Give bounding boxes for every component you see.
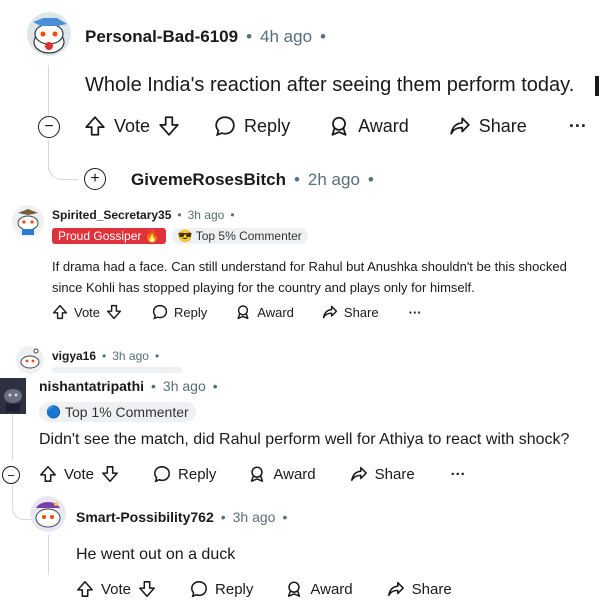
reply-bubble-icon	[214, 115, 236, 137]
share-icon	[350, 465, 368, 483]
upvote-icon[interactable]	[76, 580, 94, 598]
comment-body: Didn't see the match, did Rahul perform …	[39, 431, 570, 448]
timestamp: 3h ago	[187, 208, 225, 222]
collapse-icon: −	[44, 118, 54, 135]
downvote-icon[interactable]	[158, 115, 180, 137]
timestamp: 3h ago	[162, 378, 206, 394]
award-icon	[235, 304, 251, 320]
thread-line	[48, 65, 49, 115]
share-button[interactable]: Share	[387, 580, 452, 598]
comment-body: He went out on a duck	[76, 546, 236, 563]
award-button[interactable]: Award	[328, 115, 409, 137]
thread-connector	[48, 150, 78, 180]
avatar[interactable]	[30, 496, 66, 532]
reply-button[interactable]: Reply	[214, 115, 290, 137]
reply-button[interactable]: Reply	[152, 304, 207, 320]
award-icon	[285, 580, 303, 598]
avatar[interactable]	[27, 12, 71, 56]
username[interactable]: Spirited_Secretary35	[52, 208, 171, 222]
share-icon	[387, 580, 405, 598]
collapse-button[interactable]: −	[2, 466, 20, 484]
username[interactable]: nishantatripathi	[39, 378, 144, 394]
vote-group: Vote	[39, 465, 119, 483]
collapse-button[interactable]: −	[38, 116, 60, 138]
award-button[interactable]: Award	[235, 304, 294, 320]
more-options-button[interactable]: ···	[409, 305, 422, 320]
top-commenter-badge: 🔵 Top 1% Commenter	[39, 402, 196, 422]
share-icon	[449, 115, 471, 137]
award-icon	[248, 465, 266, 483]
username[interactable]: Personal-Bad-6109	[85, 27, 238, 47]
vote-group: Vote	[52, 304, 122, 320]
downvote-icon[interactable]	[101, 465, 119, 483]
more-options-button[interactable]: ···	[569, 116, 587, 137]
avatar[interactable]	[0, 378, 26, 414]
upvote-icon[interactable]	[52, 304, 68, 320]
hidden-badge	[52, 367, 182, 373]
vote-group: Vote	[84, 115, 180, 137]
thread-connector	[12, 485, 32, 520]
downvote-icon[interactable]	[106, 304, 122, 320]
flair-badge: Proud Gossiper 🔥	[52, 228, 166, 244]
username[interactable]: Smart-Possibility762	[76, 509, 214, 525]
timestamp: 4h ago	[260, 27, 313, 46]
share-icon	[322, 304, 338, 320]
timestamp: 3h ago	[232, 509, 276, 525]
upvote-icon[interactable]	[84, 115, 106, 137]
award-button[interactable]: Award	[285, 580, 353, 598]
comment-body: Whole India's reaction after seeing them…	[85, 74, 575, 96]
commenter-badge-icon: 🔵	[46, 405, 61, 419]
timestamp: 2h ago	[307, 170, 360, 189]
share-button[interactable]: Share	[350, 465, 415, 483]
reply-bubble-icon	[190, 580, 208, 598]
username[interactable]: GivemeRosesBitch	[131, 170, 286, 190]
share-button[interactable]: Share	[322, 304, 379, 320]
reply-bubble-icon	[152, 304, 168, 320]
reply-bubble-icon	[153, 465, 171, 483]
award-button[interactable]: Award	[248, 465, 316, 483]
vote-label: Vote	[114, 115, 151, 136]
username[interactable]: vigya16	[52, 349, 96, 363]
reply-button[interactable]: Reply	[190, 580, 253, 598]
avatar[interactable]	[12, 205, 44, 237]
expand-icon: +	[90, 170, 100, 187]
text-cursor	[595, 76, 599, 96]
upvote-icon[interactable]	[39, 465, 57, 483]
reply-button[interactable]: Reply	[153, 465, 216, 483]
award-icon	[328, 115, 350, 137]
vote-group: Vote	[76, 580, 156, 598]
share-button[interactable]: Share	[449, 115, 527, 137]
expand-button[interactable]: +	[84, 168, 106, 190]
collapse-icon: −	[7, 467, 15, 483]
thread-line	[48, 535, 49, 575]
top-commenter-badge: 😎 Top 5% Commenter	[171, 228, 308, 244]
avatar[interactable]	[16, 346, 44, 374]
downvote-icon[interactable]	[138, 580, 156, 598]
timestamp: 3h ago	[112, 349, 149, 363]
comment-body: If drama had a face. Can still understan…	[52, 259, 567, 295]
more-options-button[interactable]: ···	[451, 466, 466, 483]
